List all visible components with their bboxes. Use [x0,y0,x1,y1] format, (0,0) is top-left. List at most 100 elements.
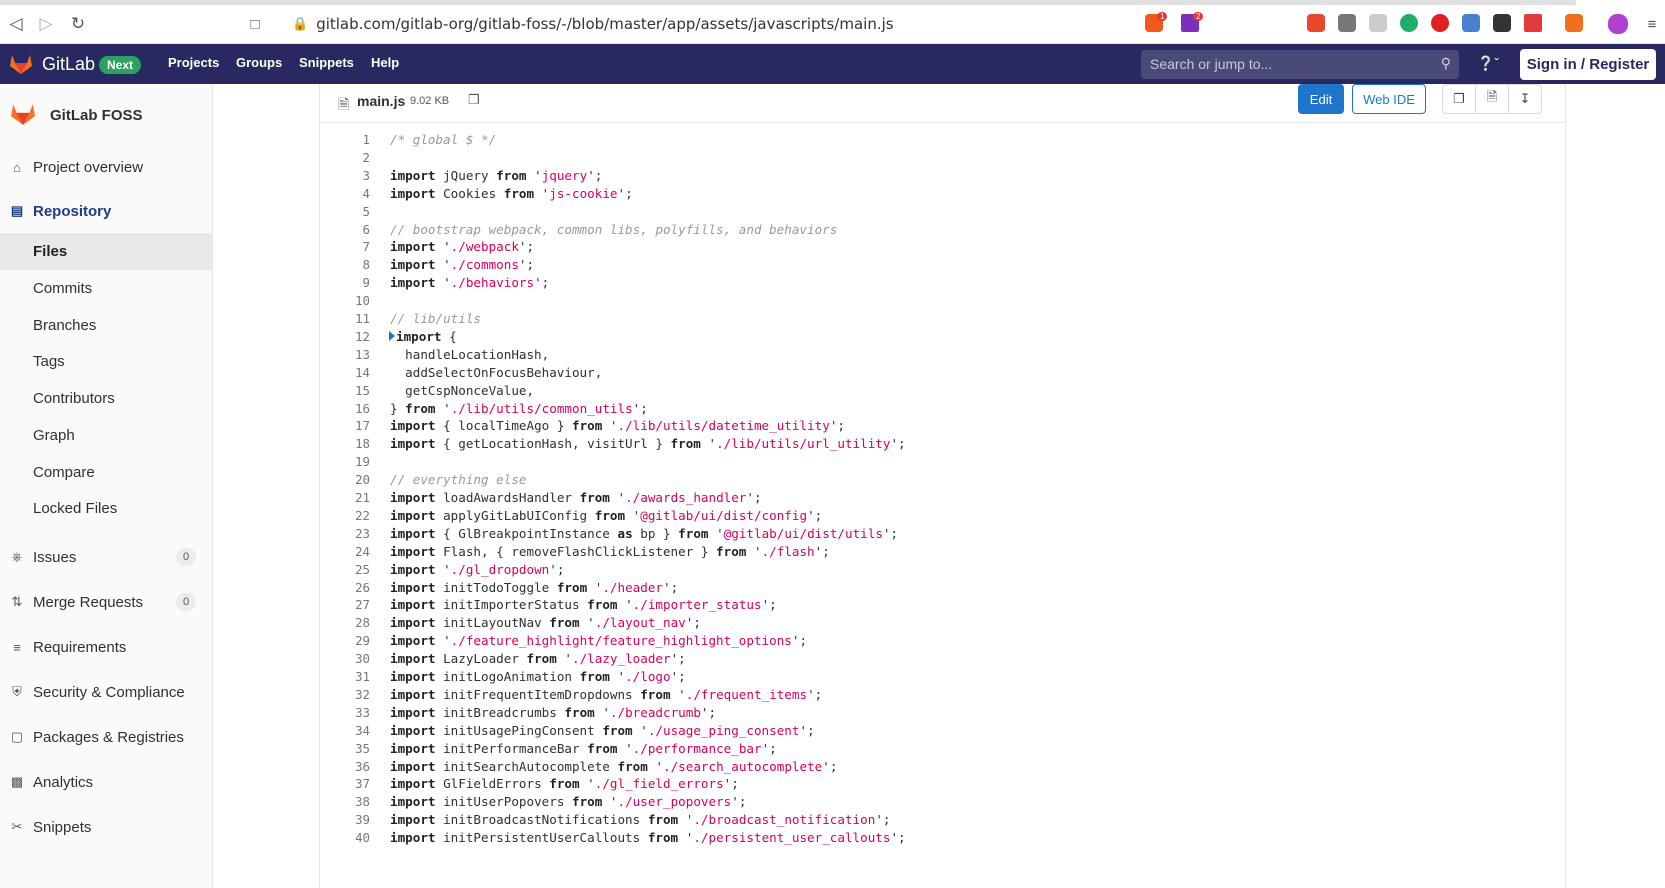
search-input[interactable]: Search or jump to... ⚲ [1141,50,1459,79]
line-number[interactable]: 20 [320,472,370,487]
code-text: import initImporterStatus from './import… [390,597,777,613]
line-number[interactable]: 27 [320,597,370,612]
nav-snippets[interactable]: Snippets [299,55,354,70]
sidebar-item-packages[interactable]: ▢ Packages & Registries [0,719,213,755]
line-number[interactable]: 6 [320,222,370,237]
sidebar-item-project-overview[interactable]: ⌂ Project overview [0,149,213,185]
extension-3-icon[interactable] [1369,14,1387,32]
sidebar-sub-compare[interactable]: Compare [0,454,213,491]
line-number[interactable]: 26 [320,580,370,595]
merge-requests-count-badge: 0 [176,593,196,611]
line-number[interactable]: 35 [320,741,370,756]
sidebar-sub-branches[interactable]: Branches [0,307,213,344]
line-number[interactable]: 34 [320,723,370,738]
line-number[interactable]: 22 [320,508,370,523]
line-number[interactable]: 4 [320,186,370,201]
line-number[interactable]: 7 [320,239,370,254]
line-number[interactable]: 40 [320,830,370,845]
line-number[interactable]: 36 [320,759,370,774]
line-number[interactable]: 23 [320,526,370,541]
sidebar-item-security[interactable]: ⛨ Security & Compliance [0,674,213,710]
line-number[interactable]: 17 [320,418,370,433]
next-badge[interactable]: Next [99,56,142,74]
sidebar-item-requirements[interactable]: ≡ Requirements [0,629,213,665]
gitlab-logo-icon[interactable] [9,53,33,75]
extension-9-icon[interactable] [1565,14,1583,32]
gitlab-brand[interactable]: GitLab [42,54,95,75]
sidebar-sub-tags[interactable]: Tags [0,343,213,380]
code-line: 23 import { GlBreakpointInstance as bp } … [320,524,1565,543]
requirements-icon: ≡ [13,639,21,655]
menu-icon[interactable]: ≡ [1640,12,1664,36]
sidebar-item-label: Security & Compliance [33,683,185,701]
sidebar-sub-contributors[interactable]: Contributors [0,380,213,417]
line-number[interactable]: 25 [320,562,370,577]
line-number[interactable]: 5 [320,204,370,219]
line-number[interactable]: 19 [320,454,370,469]
nav-groups[interactable]: Groups [236,55,282,70]
line-number[interactable]: 32 [320,687,370,702]
line-number[interactable]: 37 [320,776,370,791]
line-number[interactable]: 33 [320,705,370,720]
line-number[interactable]: 31 [320,669,370,684]
line-number[interactable]: 2 [320,150,370,165]
search-placeholder: Search or jump to... [1150,56,1273,72]
project-avatar[interactable] [10,102,36,126]
line-number[interactable]: 11 [320,311,370,326]
reload-icon[interactable]: ↻ [66,12,90,36]
extension-2-icon[interactable] [1338,14,1356,32]
line-number[interactable]: 15 [320,383,370,398]
line-number[interactable]: 28 [320,615,370,630]
grammarly-icon[interactable] [1400,14,1418,32]
extension-8-icon[interactable] [1524,14,1542,32]
line-number[interactable]: 21 [320,490,370,505]
copy-contents-icon[interactable]: ❐ [1442,84,1476,114]
line-number[interactable]: 13 [320,347,370,362]
line-number[interactable]: 16 [320,401,370,416]
edit-button[interactable]: Edit [1298,84,1344,114]
profile-avatar[interactable] [1608,14,1628,34]
sidebar-item-issues[interactable]: ⎈ Issues 0 [0,539,213,575]
download-icon[interactable]: ↧ [1508,84,1542,114]
web-ide-button[interactable]: Web IDE [1352,84,1426,114]
extension-5-icon[interactable] [1431,14,1449,32]
line-number[interactable]: 10 [320,293,370,308]
line-number[interactable]: 38 [320,794,370,809]
nav-projects[interactable]: Projects [168,55,219,70]
back-icon[interactable]: ◁ [4,12,28,36]
line-number[interactable]: 1 [320,132,370,147]
fold-marker-icon[interactable] [389,331,395,342]
extension-1-icon[interactable] [1307,14,1325,32]
line-number[interactable]: 29 [320,633,370,648]
sidebar-sub-locked-files[interactable]: Locked Files [0,490,213,527]
sidebar-sub-commits[interactable]: Commits [0,270,213,307]
sidebar-item-snippets[interactable]: ✂ Snippets [0,809,213,845]
forward-icon[interactable]: ▷ [34,12,58,36]
sidebar-sub-graph[interactable]: Graph [0,417,213,454]
sidebar-item-analytics[interactable]: ▩ Analytics [0,764,213,800]
nav-help[interactable]: Help [371,55,399,70]
sidebar-item-repository[interactable]: ▤ Repository [0,193,213,229]
address-bar[interactable]: 🔒 gitlab.com/gitlab-org/gitlab-foss/-/bl… [292,11,894,37]
raw-file-icon[interactable]: 🗎 [1475,84,1509,114]
extension-7-icon[interactable] [1493,14,1511,32]
sidebar-sub-files[interactable]: Files [0,233,213,270]
line-number[interactable]: 14 [320,365,370,380]
line-number[interactable]: 24 [320,544,370,559]
line-number[interactable]: 39 [320,812,370,827]
line-number[interactable]: 30 [320,651,370,666]
bookmark-icon[interactable]: □ [243,12,267,36]
copy-path-icon[interactable]: ❐ [468,92,480,108]
line-number[interactable]: 3 [320,168,370,183]
line-number[interactable]: 18 [320,436,370,451]
help-dropdown-icon[interactable]: ❔ˇ [1477,55,1499,72]
sign-in-button[interactable]: Sign in / Register [1520,49,1656,80]
sidebar-item-merge-requests[interactable]: ⇅ Merge Requests 0 [0,584,213,620]
code-line: 39 import initBroadcastNotifications from… [320,810,1565,829]
project-name[interactable]: GitLab FOSS [50,107,143,124]
line-number[interactable]: 12 [320,329,370,344]
line-number[interactable]: 8 [320,257,370,272]
file-name: main.js [357,93,406,109]
extension-6-icon[interactable] [1462,14,1480,32]
line-number[interactable]: 9 [320,275,370,290]
